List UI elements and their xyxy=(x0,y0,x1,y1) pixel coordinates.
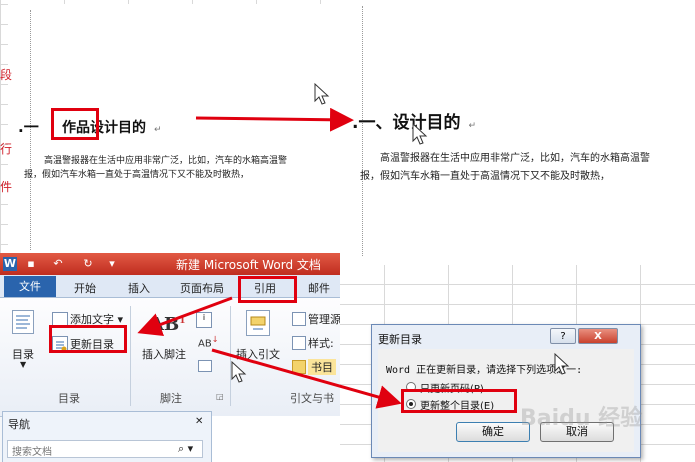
annotation-overlay xyxy=(137,82,570,409)
mouse-cursor-icon xyxy=(412,122,428,145)
arrow-tab-to-button xyxy=(137,296,233,336)
mouse-cursor-icon xyxy=(231,360,247,383)
mouse-cursor-icon xyxy=(554,352,570,375)
arrow-heading-change xyxy=(195,107,354,132)
mouse-cursor-icon xyxy=(314,82,330,105)
